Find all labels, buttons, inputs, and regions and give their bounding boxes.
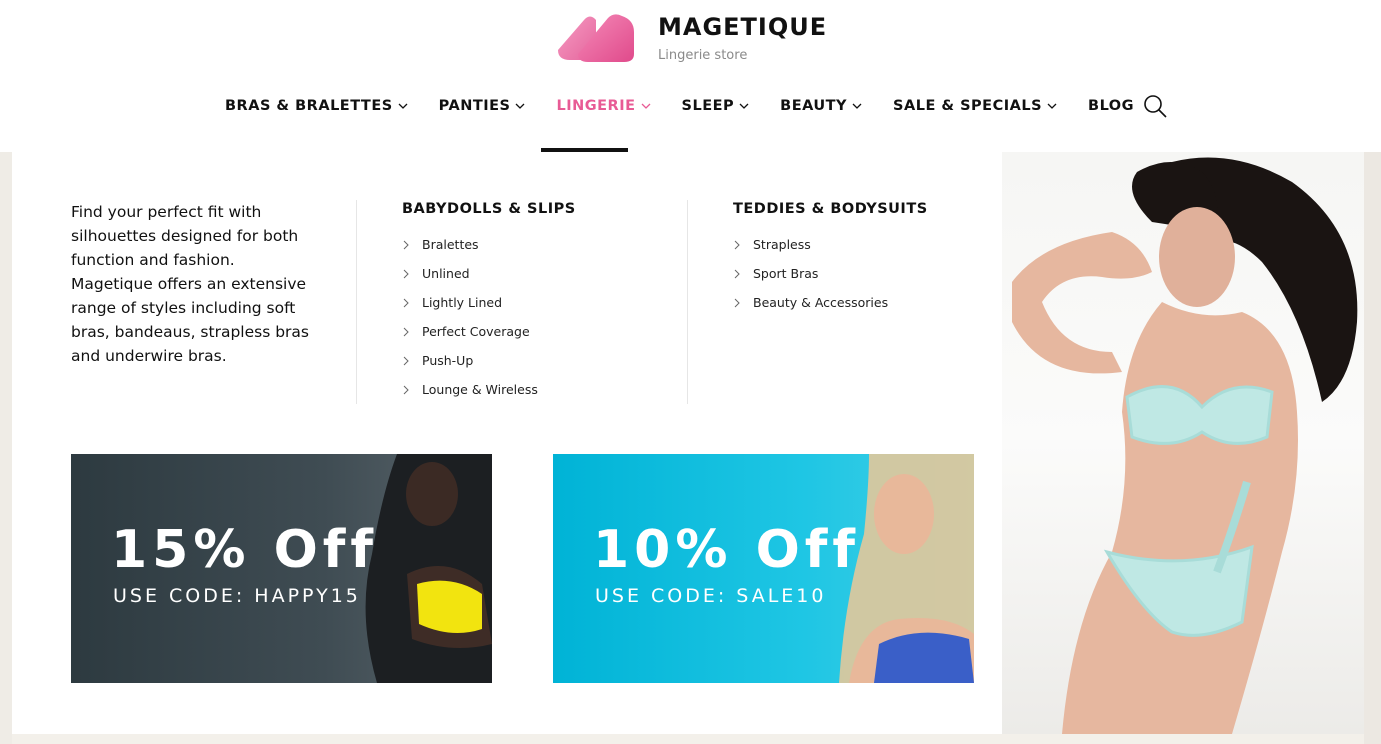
nav-bras-bralettes[interactable]: BRAS & BRALETTES (225, 98, 409, 114)
brand-tagline: Lingerie store (658, 48, 748, 63)
menu-link-label: Unlined (422, 266, 470, 281)
mega-menu-intro: Find your perfect fit with silhouettes d… (71, 203, 309, 365)
chevron-right-icon (734, 269, 740, 278)
menu-link-label: Lounge & Wireless (422, 382, 538, 397)
menu-link-beauty-accessories[interactable]: Beauty & Accessories (733, 288, 928, 317)
chevron-right-icon (403, 385, 409, 394)
chevron-right-icon (403, 269, 409, 278)
chevron-down-icon (852, 103, 862, 109)
menu-link-sport-bras[interactable]: Sport Bras (733, 259, 928, 288)
menu-link-label: Sport Bras (753, 266, 819, 281)
menu-link-label: Push-Up (422, 353, 474, 368)
menu-link-push-up[interactable]: Push-Up (402, 346, 576, 375)
nav-label: LINGERIE (556, 98, 636, 114)
menu-link-unlined[interactable]: Unlined (402, 259, 576, 288)
promo-banner-sale10[interactable]: 10% Off USE CODE: SALE10 (553, 454, 974, 683)
menu-link-lounge-wireless[interactable]: Lounge & Wireless (402, 375, 576, 404)
brand-name: MAGETIQUE (658, 13, 828, 41)
nav-blog[interactable]: BLOG (1088, 98, 1134, 114)
menu-link-label: Beauty & Accessories (753, 295, 889, 310)
menu-column-babydolls: BABYDOLLS & SLIPS Bralettes Unlined Ligh… (402, 200, 576, 404)
menu-link-label: Lightly Lined (422, 295, 503, 310)
nav-label: SALE & SPECIALS (893, 98, 1043, 114)
chevron-right-icon (403, 327, 409, 336)
chevron-right-icon (403, 298, 409, 307)
logo-mark-icon (558, 14, 634, 62)
banner-code: USE CODE: HAPPY15 (113, 585, 361, 607)
nav-sale-specials[interactable]: SALE & SPECIALS (893, 98, 1058, 114)
promo-banner-happy15[interactable]: 15% Off USE CODE: HAPPY15 (71, 454, 492, 683)
column-title: BABYDOLLS & SLIPS (402, 201, 576, 217)
nav-label: PANTIES (438, 98, 511, 114)
menu-column-teddies: TEDDIES & BODYSUITS Strapless Sport Bras… (733, 200, 928, 317)
site-header: MAGETIQUE Lingerie store BRAS & BRALETTE… (0, 0, 1381, 152)
nav-sleep[interactable]: SLEEP (682, 98, 751, 114)
chevron-down-icon (516, 103, 525, 109)
column-divider (687, 200, 688, 404)
page-background-right (1364, 152, 1381, 744)
chevron-right-icon (734, 298, 740, 307)
chevron-down-icon (739, 103, 749, 109)
menu-link-label: Strapless (753, 237, 811, 252)
chevron-right-icon (734, 240, 740, 249)
nav-label: BLOG (1088, 98, 1135, 114)
nav-label: BRAS & BRALETTES (225, 98, 393, 114)
chevron-down-icon (641, 103, 650, 109)
menu-link-strapless[interactable]: Strapless (733, 230, 928, 259)
nav-beauty[interactable]: BEAUTY (780, 98, 863, 114)
chevron-right-icon (403, 356, 409, 365)
nav-lingerie[interactable]: LINGERIE (556, 98, 651, 114)
menu-link-label: Perfect Coverage (422, 324, 530, 339)
menu-link-lightly-lined[interactable]: Lightly Lined (402, 288, 576, 317)
banner-title: 15% Off (111, 520, 379, 580)
banner-code: USE CODE: SALE10 (595, 585, 827, 607)
column-divider (356, 200, 357, 404)
menu-link-bralettes[interactable]: Bralettes (402, 230, 576, 259)
banner-title: 10% Off (593, 520, 861, 580)
nav-label: BEAUTY (780, 98, 848, 114)
logo[interactable]: MAGETIQUE Lingerie store (556, 10, 827, 64)
chevron-down-icon (398, 103, 408, 109)
nav-label: SLEEP (681, 98, 735, 114)
chevron-right-icon (403, 240, 409, 249)
page-background-bottom (12, 734, 1364, 744)
page-background-left (0, 152, 12, 744)
main-nav: BRAS & BRALETTES PANTIES LINGERIE SLEEP … (225, 92, 1134, 120)
menu-link-label: Bralettes (422, 237, 479, 252)
nav-panties[interactable]: PANTIES (439, 98, 527, 114)
column-title: TEDDIES & BODYSUITS (733, 201, 928, 217)
mega-menu: Find your perfect fit with silhouettes d… (12, 152, 1364, 734)
search-icon[interactable] (1142, 93, 1168, 119)
model-illustration (1012, 157, 1358, 734)
featured-model-image (1002, 152, 1364, 734)
menu-link-perfect-coverage[interactable]: Perfect Coverage (402, 317, 576, 346)
chevron-down-icon (1047, 103, 1057, 109)
